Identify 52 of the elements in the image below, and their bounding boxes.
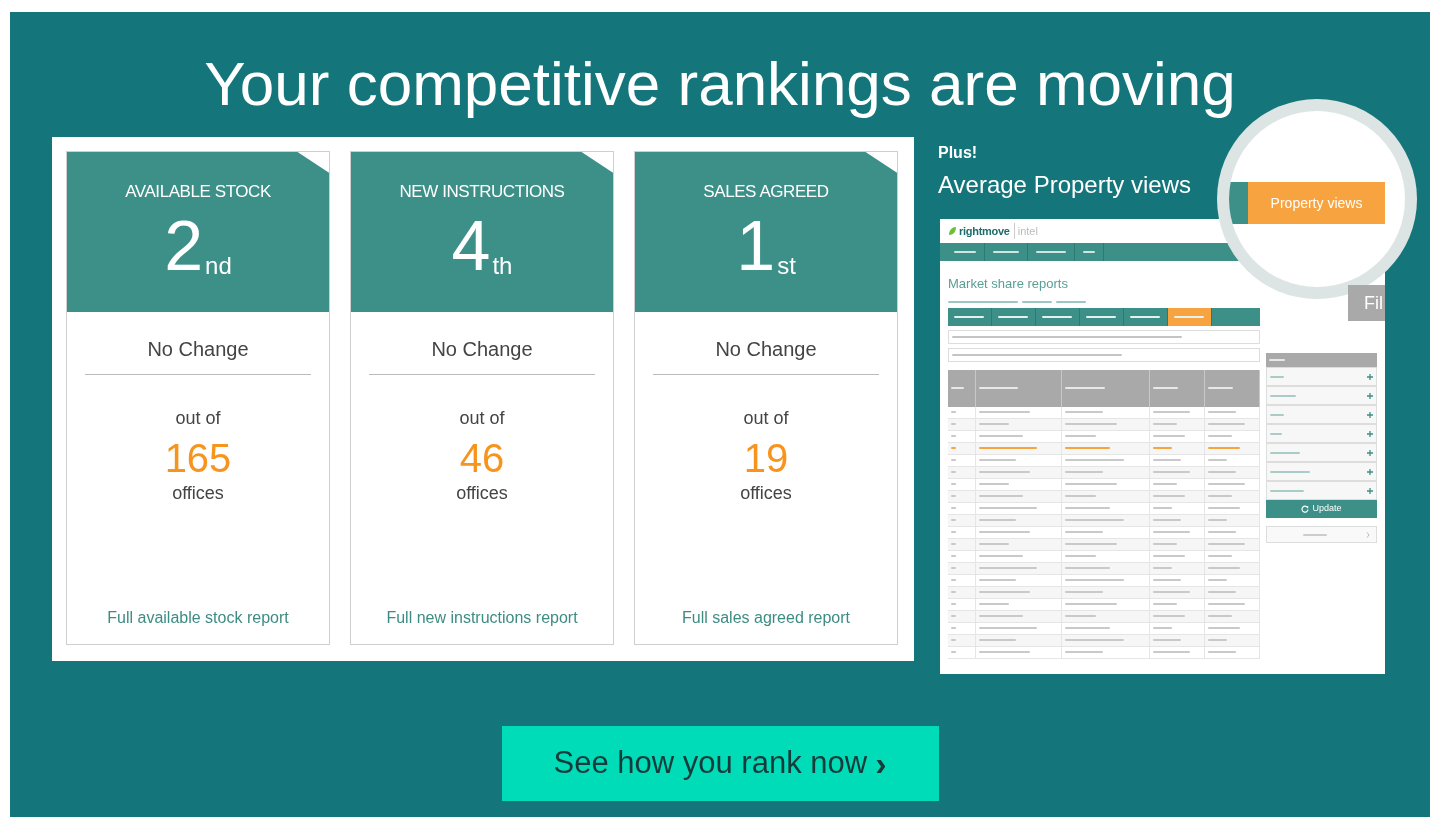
plus-icon [1367, 373, 1373, 380]
offices-label: offices [456, 482, 508, 505]
report-link[interactable]: Full available stock report [107, 606, 289, 630]
section-title: Average Property views [938, 170, 1191, 200]
headline: Your competitive rankings are moving [204, 48, 1236, 120]
chevron-icon: › [875, 738, 887, 789]
change-status: No Change [715, 337, 817, 362]
logo-icon [948, 226, 957, 236]
rank-number: 4 [451, 210, 491, 281]
logo-product: intel [1013, 222, 1038, 240]
out-of-label: out of [175, 407, 221, 430]
filter-item[interactable] [1266, 462, 1377, 481]
offices-label: offices [172, 482, 224, 505]
out-of-label: out of [459, 407, 505, 430]
filter-item[interactable] [1266, 386, 1377, 405]
plus-icon [1367, 392, 1373, 399]
update-button[interactable]: Update [1266, 500, 1377, 518]
plus-icon [1367, 487, 1373, 494]
office-total: 165 [164, 436, 232, 480]
filter-item[interactable] [1266, 424, 1377, 443]
out-of-label: out of [743, 407, 789, 430]
offices-label: offices [740, 482, 792, 505]
filter-button[interactable]: Fil [1348, 285, 1385, 321]
change-status: No Change [147, 337, 249, 362]
logo-wordmark: rightmove [959, 223, 1010, 239]
rank-suffix: st [777, 250, 796, 281]
office-total: 46 [459, 436, 505, 480]
ranking-title: AVAILABLE STOCK [125, 181, 271, 203]
plus-icon [1367, 411, 1373, 418]
report-tab[interactable] [1168, 307, 1212, 326]
plus-icon [1367, 430, 1373, 437]
plus-icon [1367, 468, 1373, 475]
report-link[interactable]: Full sales agreed report [681, 606, 851, 630]
plus-icon [1367, 449, 1373, 456]
plus-label: Plus! [938, 143, 978, 163]
filter-item[interactable] [1266, 367, 1377, 386]
change-status: No Change [431, 337, 533, 362]
rank-number: 2 [164, 210, 204, 281]
rank-suffix: nd [205, 250, 232, 281]
rank-now-button[interactable]: See how you rank now › [501, 726, 939, 801]
magnified-nav-bar [1229, 182, 1248, 224]
page-title: Market share reports [948, 275, 1068, 293]
office-total: 19 [743, 436, 789, 480]
filter-item[interactable] [1266, 443, 1377, 462]
rank-number: 1 [736, 210, 776, 281]
rank-suffix: th [492, 250, 513, 281]
ranking-title: SALES AGREED [703, 181, 829, 203]
filter-item[interactable] [1266, 405, 1377, 424]
refresh-icon [1301, 505, 1310, 513]
ranking-title: NEW INSTRUCTIONS [399, 181, 565, 203]
filter-item[interactable] [1266, 481, 1377, 500]
report-link[interactable]: Full new instructions report [386, 606, 578, 630]
